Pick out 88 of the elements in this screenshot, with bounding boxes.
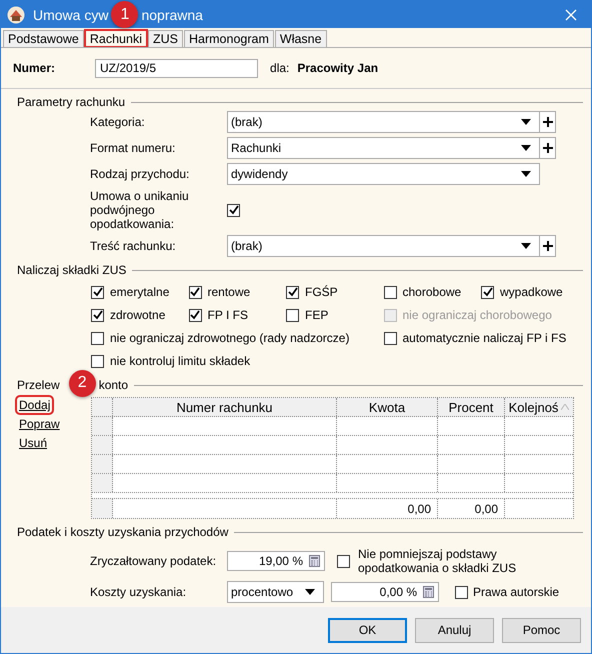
caret-icon	[521, 171, 531, 177]
field-label: dla:	[270, 61, 290, 75]
plus-icon	[542, 117, 552, 127]
checkbox[interactable]	[286, 286, 299, 298]
field-label: Umowa o unikaniu podwójnego opodatkowania:	[90, 189, 190, 231]
checkbox-label: nie kontroluj limitu składek	[110, 354, 250, 368]
checkbox[interactable]	[455, 586, 468, 598]
plus-icon	[542, 143, 552, 153]
field-label: Zryczałtowany podatek:	[90, 554, 218, 568]
field-label: Kategoria:	[90, 115, 146, 129]
window-title: Umowa cyw	[33, 6, 108, 22]
checkbox[interactable]	[91, 332, 104, 344]
checkbox-label: chorobowe	[402, 285, 462, 299]
checkbox[interactable]	[286, 308, 299, 322]
checkbox[interactable]	[384, 286, 396, 298]
caret-icon	[521, 145, 531, 151]
group-title: Naliczaj składki ZUS	[16, 263, 126, 277]
group-title: Podatek i koszty uzyskania przychodów	[16, 525, 228, 539]
add-button[interactable]	[539, 235, 556, 257]
checkbox[interactable]	[384, 332, 396, 344]
column-header[interactable]: Kolejnoś	[505, 398, 573, 416]
field-label: Rodzaj przychodu:	[90, 167, 190, 181]
group-title: Przelew	[16, 378, 60, 392]
dialog-button[interactable]: Anuluj	[415, 618, 494, 642]
checkbox[interactable]	[91, 286, 104, 298]
step-badge: 1	[111, 1, 138, 28]
checkbox[interactable]	[91, 354, 104, 368]
link[interactable]: Dodaj	[17, 397, 52, 413]
checkbox-label: FEP	[305, 308, 328, 322]
link[interactable]: Usuń	[17, 435, 50, 451]
dialog-button[interactable]: OK	[328, 618, 407, 642]
dropdown[interactable]: dywidendy	[227, 163, 540, 185]
sort-icon	[561, 404, 570, 410]
field-label: Numer:	[13, 61, 56, 75]
window-title: noprawna	[141, 6, 203, 22]
total-cell: 0,00	[337, 499, 438, 518]
add-button[interactable]	[539, 137, 556, 159]
column-header[interactable]: Kwota	[337, 398, 438, 416]
add-button[interactable]	[539, 111, 556, 133]
column-header[interactable]: Procent	[438, 398, 505, 416]
checkbox[interactable]	[91, 308, 104, 322]
checkbox-label: FP I FS	[208, 308, 248, 322]
column-header[interactable]: Numer rachunku	[113, 398, 337, 416]
dropdown[interactable]: procentowo	[227, 581, 324, 603]
tab[interactable]: Harmonogram	[184, 30, 274, 47]
contractor-name: Pracowity Jan	[297, 61, 378, 75]
checkbox-label: wypadkowe	[500, 285, 563, 299]
checkbox-label: zdrowotne	[110, 308, 166, 322]
close-icon[interactable]	[565, 8, 577, 20]
checkbox-label: emerytalne	[110, 285, 170, 299]
group-title: Parametry rachunku	[16, 95, 126, 109]
field-label: Koszty uzyskania:	[90, 585, 188, 599]
checkbox[interactable]	[227, 204, 240, 216]
checkbox-label: nie ograniczaj chorobowego	[402, 308, 552, 322]
step-badge: 2	[68, 370, 96, 396]
field-label: Treść rachunku:	[90, 239, 177, 253]
checkbox[interactable]	[337, 554, 350, 568]
checkbox-label: nie ograniczaj zdrowotnego (rady nadzorcze)	[110, 331, 350, 345]
checkbox-label: Nie pomniejszaj podstawy opodatkowania o składki ZUS	[358, 547, 518, 575]
checkbox[interactable]	[188, 286, 202, 298]
dialog-button[interactable]: Pomoc	[502, 618, 581, 642]
checkbox-label: Prawa autorskie	[473, 585, 560, 599]
checkbox-label: FGŚP	[305, 285, 338, 299]
field-label: Format numeru:	[90, 141, 176, 155]
caret-icon	[305, 589, 315, 595]
dropdown[interactable]: Rachunki	[227, 137, 540, 159]
checkbox-label: automatycznie naliczaj FP i FS	[402, 331, 566, 345]
calculator-icon[interactable]	[423, 586, 434, 598]
checkbox-label: rentowe	[208, 285, 250, 299]
calculator-icon[interactable]	[309, 555, 320, 567]
number-field[interactable]: UZ/2019/5	[95, 58, 258, 78]
tab[interactable]: Własne	[274, 30, 327, 47]
dropdown[interactable]: (brak)	[227, 235, 540, 257]
link[interactable]: Popraw	[17, 416, 62, 432]
checkbox[interactable]	[188, 308, 202, 322]
app-logo-icon	[7, 6, 25, 24]
tab[interactable]: Podstawowe	[3, 30, 84, 47]
percent-field[interactable]: 19,00 %	[227, 551, 325, 571]
group-title: konto	[98, 378, 128, 392]
plus-icon	[542, 241, 552, 251]
dropdown[interactable]: (brak)	[227, 111, 540, 133]
caret-icon	[521, 243, 531, 249]
tab[interactable]: Rachunki	[84, 30, 147, 47]
total-cell: 0,00	[438, 499, 505, 518]
caret-icon	[521, 119, 531, 125]
checkbox[interactable]	[481, 286, 494, 298]
percent-field[interactable]: 0,00 %	[331, 582, 439, 602]
tab[interactable]: ZUS	[148, 30, 183, 47]
